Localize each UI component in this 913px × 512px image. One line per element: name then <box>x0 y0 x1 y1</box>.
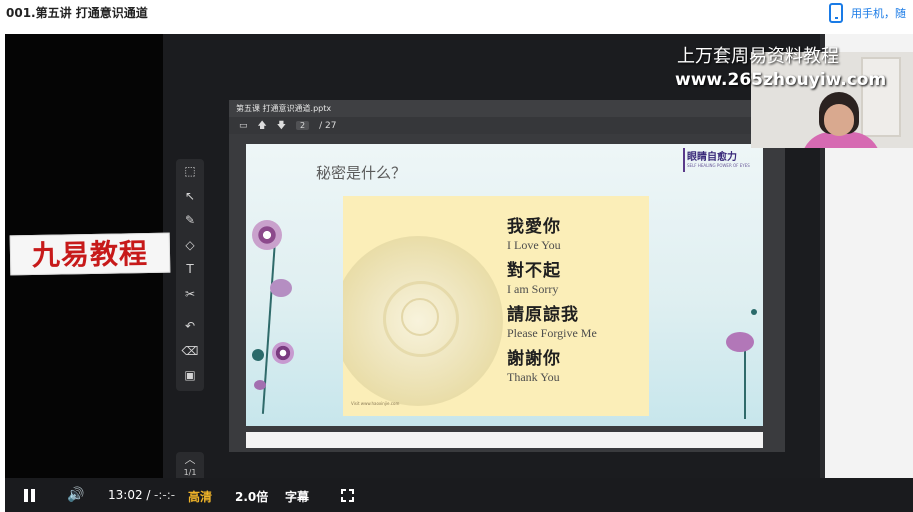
chevron-up-icon[interactable]: ︿ <box>176 452 204 468</box>
watermark-overlay-url: www.265zhouyiw.com <box>675 70 887 90</box>
flower-icon <box>751 309 757 315</box>
arrow-down-icon[interactable]: 🡇 <box>277 118 286 134</box>
next-slide-preview <box>246 432 763 448</box>
flower-stem <box>744 344 746 419</box>
card-note: Visit www.haoxinjie.com <box>351 401 400 406</box>
rose-image <box>343 236 503 406</box>
pointer-icon[interactable]: ↖ <box>176 184 204 209</box>
cut-icon[interactable]: ✂ <box>176 282 204 307</box>
fullscreen-icon[interactable] <box>341 489 354 502</box>
watermark-stamp: 九易教程 <box>9 232 171 276</box>
page-indicator-label: 1/1 <box>183 468 197 477</box>
phrase-en: Thank You <box>507 370 560 384</box>
watch-on-mobile-label: 用手机，随 <box>851 7 906 20</box>
slide-logo-sub: SELF HEALING POWER OF EYES <box>687 163 750 168</box>
page-number-input[interactable]: 2 <box>296 121 310 130</box>
sidebar-toggle-icon[interactable]: ▭ <box>239 121 248 131</box>
flower-icon <box>254 380 266 390</box>
undo-icon[interactable]: ↶ <box>176 314 204 339</box>
flower-icon <box>252 220 282 250</box>
time-separator: / <box>146 488 151 502</box>
slide: 秘密是什么？ 眼睛自愈力 SELF HEALING POWER OF EYES <box>246 144 763 426</box>
time-current-value: 13:02 <box>108 488 143 502</box>
phrase-zh: 我愛你 <box>507 217 561 237</box>
affirmation-card: 我愛你 I Love You 對不起 I am Sorry 請原諒我 Pleas… <box>343 196 649 416</box>
shapes-icon[interactable]: ◇ <box>176 233 204 258</box>
quality-button[interactable]: 高清 <box>188 488 212 505</box>
webcam-background <box>861 57 901 137</box>
text-icon[interactable]: T <box>176 257 204 282</box>
header-bar: 001.第五讲 打通意识通道 用手机，随 <box>0 0 913 34</box>
phrase-en: I Love You <box>507 238 561 252</box>
subtitles-button[interactable]: 字幕 <box>285 488 309 505</box>
select-laser-icon[interactable]: ⬚ <box>176 159 204 184</box>
ppt-window: 第五课 打通意识通道.pptx – ▭ 🡅 🡇 2 / 27 秘密是什么？ 眼睛… <box>229 100 785 452</box>
toolbar-divider <box>176 306 204 314</box>
volume-icon[interactable]: 🔊 <box>67 487 91 505</box>
page-total: / 27 <box>319 120 337 131</box>
slide-logo-main: 眼睛自愈力 <box>687 152 737 163</box>
phrase-zh: 對不起 <box>507 261 561 281</box>
page-root: 001.第五讲 打通意识通道 用手机，随 ⬚ ↖ ✎ ◇ T ✂ ↶ ⌫ ▣ ︿… <box>0 0 913 512</box>
phone-icon <box>829 3 843 23</box>
arrow-up-icon[interactable]: 🡅 <box>258 118 267 134</box>
player-controls: 🔊 13:02 / -:-:- 高清 2.0倍 字幕 <box>5 478 913 512</box>
phrase-list: 我愛你 I Love You 對不起 I am Sorry 請原諒我 Pleas… <box>507 216 647 392</box>
speed-button[interactable]: 2.0倍 <box>235 488 268 505</box>
ppt-filename: 第五课 打通意识通道.pptx <box>236 104 332 113</box>
watch-on-mobile-link[interactable]: 用手机，随 <box>829 2 913 24</box>
ppt-navbar: ▭ 🡅 🡇 2 / 27 <box>229 117 785 134</box>
phrase-zh: 謝謝你 <box>507 349 561 369</box>
annotation-toolbar: ⬚ ↖ ✎ ◇ T ✂ ↶ ⌫ ▣ <box>176 159 204 391</box>
pen-icon[interactable]: ✎ <box>176 208 204 233</box>
time-total: -:-:- <box>154 488 176 502</box>
time-current: 13:02 / <box>108 488 150 502</box>
toolbox-icon[interactable]: ▣ <box>176 363 204 388</box>
slide-title: 秘密是什么？ <box>316 164 407 182</box>
eraser-icon[interactable]: ⌫ <box>176 339 204 364</box>
video-player[interactable]: ⬚ ↖ ✎ ◇ T ✂ ↶ ⌫ ▣ ︿ 1/1 第五课 打通意识通道.pptx … <box>5 34 913 512</box>
flower-icon <box>252 349 264 361</box>
phrase-zh: 請原諒我 <box>507 305 579 325</box>
presenter-face <box>824 104 854 136</box>
flower-icon <box>726 332 754 352</box>
flower-icon <box>272 342 294 364</box>
phrase-en: Please Forgive Me <box>507 326 597 340</box>
watermark-overlay-text: 上万套周易资料教程 <box>677 46 839 67</box>
pause-button[interactable] <box>24 489 36 502</box>
flower-icon <box>270 279 292 297</box>
lesson-title: 001.第五讲 打通意识通道 <box>6 6 148 20</box>
phrase-en: I am Sorry <box>507 282 559 296</box>
slide-logo: 眼睛自愈力 SELF HEALING POWER OF EYES <box>683 148 755 172</box>
ppt-titlebar: 第五课 打通意识通道.pptx – <box>229 100 785 117</box>
